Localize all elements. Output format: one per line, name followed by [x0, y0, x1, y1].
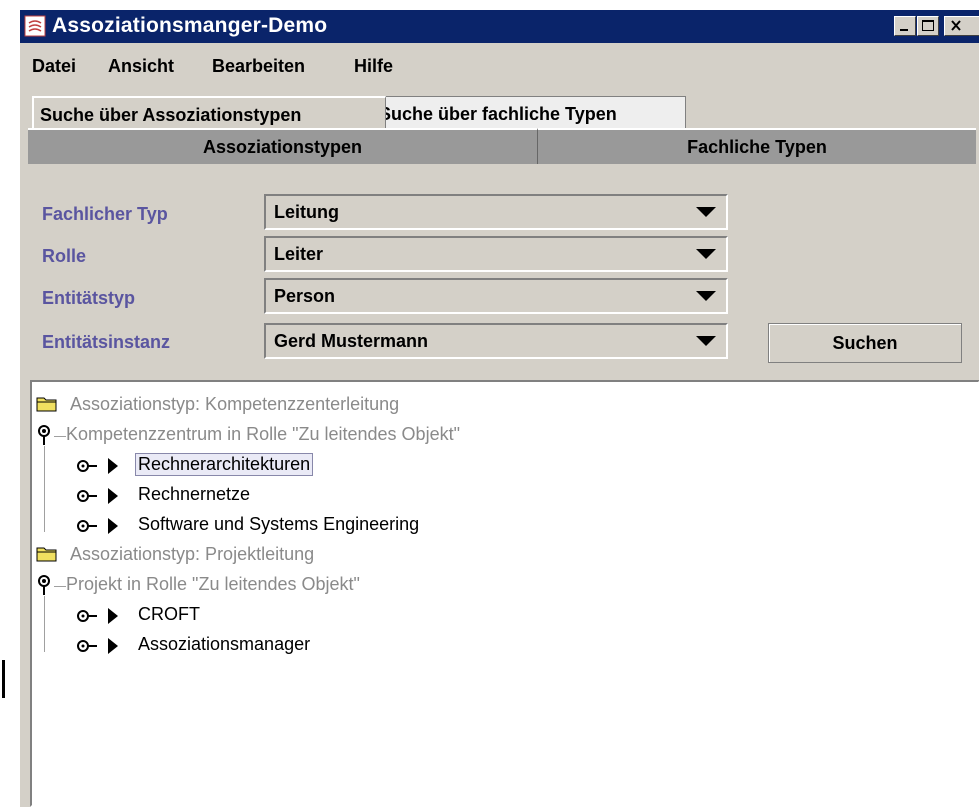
title-bar[interactable]: Assoziationsmanger-Demo [20, 10, 979, 43]
entitaetstyp-value: Person [274, 286, 336, 306]
folder-icon [36, 547, 57, 562]
tree-role-node[interactable]: Kompetenzzentrum in Rolle "Zu leitendes … [66, 424, 460, 445]
window-title: Assoziationsmanger-Demo [52, 14, 328, 37]
entitaetstyp-combo[interactable]: Person [264, 278, 728, 314]
tree-item[interactable]: Software und Systems Engineering [138, 514, 419, 535]
dropdown-arrow-icon[interactable] [696, 291, 716, 301]
text-cursor-mark [2, 660, 5, 698]
tree-item[interactable]: Assoziationsmanager [138, 634, 310, 655]
entitaetsinstanz-label: Entitätsinstanz [42, 332, 171, 352]
close-button[interactable] [944, 16, 979, 36]
expand-arrow-icon[interactable] [108, 518, 118, 534]
fachlicher-typ-label: Fachlicher Typ [42, 204, 168, 224]
expand-arrow-icon[interactable] [108, 608, 118, 624]
link-icon [77, 640, 97, 652]
tab-suche-fachliche-typen[interactable]: Suche über fachliche Typen [372, 96, 686, 128]
entitaetsinstanz-value: Gerd Mustermann [274, 331, 429, 351]
link-icon [77, 520, 97, 532]
entitaetstyp-label: Entitätstyp [42, 288, 136, 308]
link-icon [77, 610, 97, 622]
expand-arrow-icon[interactable] [108, 638, 118, 654]
tab-fachliche-typen[interactable]: Fachliche Typen [538, 128, 976, 164]
close-icon [951, 20, 961, 31]
link-icon [77, 460, 97, 472]
dropdown-arrow-icon[interactable] [696, 207, 716, 217]
menu-ansicht[interactable]: Ansicht [108, 56, 174, 77]
dropdown-arrow-icon[interactable] [696, 249, 716, 259]
key-icon [38, 575, 50, 595]
tree-connector [54, 436, 66, 437]
dropdown-arrow-icon[interactable] [696, 336, 716, 346]
key-icon [38, 425, 50, 445]
folder-icon [36, 397, 57, 412]
tree-item[interactable]: CROFT [138, 604, 200, 625]
result-tree[interactable]: Assoziationstyp: Kompetenzzenterleitung … [30, 380, 979, 807]
maximize-button[interactable] [917, 16, 939, 36]
rolle-label: Rolle [42, 246, 87, 266]
tree-connector [54, 586, 66, 587]
tree-role-node[interactable]: Projekt in Rolle "Zu leitendes Objekt" [66, 574, 360, 595]
maximize-icon [922, 20, 934, 31]
tree-item[interactable]: Rechnernetze [138, 484, 250, 505]
tree-folder-node[interactable]: Assoziationstyp: Kompetenzzenterleitung [70, 394, 399, 415]
fachlicher-typ-combo[interactable]: Leitung [264, 194, 728, 230]
tree-folder-node[interactable]: Assoziationstyp: Projektleitung [70, 544, 314, 565]
app-window: Assoziationsmanger-Demo Datei Ansicht Be… [19, 10, 979, 807]
link-icon [77, 490, 97, 502]
tree-connector [44, 446, 45, 532]
rolle-combo[interactable]: Leiter [264, 236, 728, 272]
fachlicher-typ-value: Leitung [274, 202, 339, 222]
tree-connector [44, 596, 45, 652]
minimize-icon [900, 29, 908, 31]
rolle-value: Leiter [274, 244, 324, 264]
tab-assoziationstypen[interactable]: Assoziationstypen [28, 128, 538, 164]
minimize-button[interactable] [894, 16, 916, 36]
expand-arrow-icon[interactable] [108, 458, 118, 474]
expand-arrow-icon[interactable] [108, 488, 118, 504]
menu-hilfe[interactable]: Hilfe [354, 56, 393, 77]
java-app-icon [24, 15, 46, 37]
menu-datei[interactable]: Datei [32, 56, 76, 77]
menu-bearbeiten[interactable]: Bearbeiten [212, 56, 305, 77]
tree-item[interactable]: Rechnerarchitekturen [134, 453, 314, 476]
suchen-button[interactable]: Suchen [768, 323, 962, 363]
entitaetsinstanz-combo[interactable]: Gerd Mustermann [264, 323, 728, 359]
menu-bar: Datei Ansicht Bearbeiten Hilfe [20, 43, 979, 83]
tab-suche-assoziationstypen[interactable]: Suche über Assoziationstypen [32, 96, 386, 128]
